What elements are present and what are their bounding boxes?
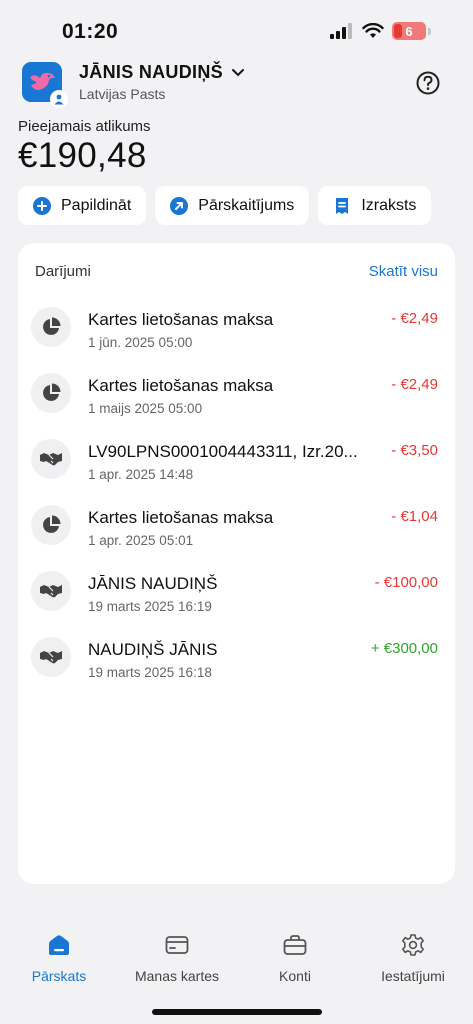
pie-chart-icon xyxy=(31,307,71,347)
transaction-row[interactable]: JĀNIS NAUDIŅŠ 19 marts 2025 16:19 - €100… xyxy=(31,571,438,631)
transaction-title: JĀNIS NAUDIŅŠ xyxy=(88,574,218,593)
help-button[interactable] xyxy=(415,70,441,96)
transaction-title: Kartes lietošanas maksa xyxy=(88,376,274,395)
top-up-label: Papildināt xyxy=(61,196,132,214)
pie-chart-icon xyxy=(31,505,71,545)
transaction-row[interactable]: Kartes lietošanas maksa 1 jūn. 2025 05:0… xyxy=(31,307,438,367)
battery-icon: 6 xyxy=(392,22,426,40)
transaction-date: 1 apr. 2025 05:01 xyxy=(88,533,194,548)
card-icon xyxy=(118,930,236,960)
question-circle-icon xyxy=(416,71,440,95)
transaction-row[interactable]: Kartes lietošanas maksa 1 apr. 2025 05:0… xyxy=(31,505,438,565)
transaction-row[interactable]: NAUDIŅŠ JĀNIS 19 marts 2025 16:18 + €300… xyxy=(31,637,438,697)
transaction-title: Kartes lietošanas maksa xyxy=(88,508,274,527)
status-bar: 01:20 6 xyxy=(0,0,473,62)
tab-accounts[interactable]: Konti xyxy=(236,930,354,984)
transaction-title: LV90LPNS0001004443311, Izr.20... xyxy=(88,442,358,461)
handshake-icon xyxy=(31,637,71,677)
transaction-row[interactable]: Kartes lietošanas maksa 1 maijs 2025 05:… xyxy=(31,373,438,433)
see-all-link[interactable]: Skatīt visu xyxy=(369,263,438,280)
balance-value: €190,48 xyxy=(18,136,147,175)
tab-label: Manas kartes xyxy=(134,968,220,984)
chevron-down-icon xyxy=(231,68,244,76)
transaction-amount: - €1,04 xyxy=(391,508,438,525)
bottom-tab-bar: Pārskats Manas kartes Konti Iestatījumi xyxy=(0,930,473,1000)
transaction-date: 1 apr. 2025 14:48 xyxy=(88,467,194,482)
balance-label: Pieejamais atlikums xyxy=(18,118,151,135)
transactions-card: Darījumi Skatīt visu Kartes lietošanas m… xyxy=(18,243,455,884)
transaction-row[interactable]: LV90LPNS0001004443311, Izr.20... 1 apr. … xyxy=(31,439,438,499)
latvijas-pasts-logo-icon xyxy=(22,62,68,108)
transaction-date: 1 maijs 2025 05:00 xyxy=(88,401,203,416)
status-time: 01:20 xyxy=(62,20,119,43)
transactions-header: Darījumi Skatīt visu xyxy=(35,263,438,280)
tab-label: Konti xyxy=(279,968,311,984)
transfer-label: Pārskaitījums xyxy=(198,196,295,214)
statement-button[interactable]: Izraksts xyxy=(318,186,432,225)
home-indicator xyxy=(152,1009,322,1015)
top-up-button[interactable]: Papildināt xyxy=(18,186,147,225)
tab-my-cards[interactable]: Manas kartes xyxy=(118,930,236,984)
transaction-title: NAUDIŅŠ JĀNIS xyxy=(88,640,218,659)
battery-level: 6 xyxy=(405,23,413,39)
wifi-icon xyxy=(362,23,384,38)
handshake-icon xyxy=(31,439,71,479)
tab-label: Iestatījumi xyxy=(381,968,445,984)
statement-icon xyxy=(333,197,351,215)
handshake-icon xyxy=(31,571,71,611)
arrow-up-right-circle-icon xyxy=(170,196,189,215)
account-name: JĀNIS NAUDIŅŠ xyxy=(79,62,223,82)
transaction-date: 1 jūn. 2025 05:00 xyxy=(88,335,193,350)
plus-circle-icon xyxy=(33,196,51,215)
home-icon xyxy=(0,930,118,960)
transaction-amount: + €300,00 xyxy=(370,640,438,657)
statement-label: Izraksts xyxy=(361,196,417,214)
account-bank: Latvijas Pasts xyxy=(79,86,166,102)
transaction-date: 19 marts 2025 16:19 xyxy=(88,599,212,614)
transaction-title: Kartes lietošanas maksa xyxy=(88,310,274,329)
account-switcher[interactable]: JĀNIS NAUDIŅŠ Latvijas Pasts xyxy=(22,62,245,108)
tab-settings[interactable]: Iestatījumi xyxy=(354,930,472,984)
transaction-amount: - €2,49 xyxy=(391,310,438,327)
pie-chart-icon xyxy=(31,373,71,413)
quick-actions: Papildināt Pārskaitījums Izraksts xyxy=(18,186,432,225)
transaction-amount: - €100,00 xyxy=(374,574,438,591)
briefcase-icon xyxy=(236,930,354,960)
status-icons: 6 xyxy=(330,22,431,40)
transaction-amount: - €3,50 xyxy=(391,442,438,459)
tab-overview[interactable]: Pārskats xyxy=(0,930,118,984)
tab-label: Pārskats xyxy=(31,968,87,984)
transaction-date: 19 marts 2025 16:18 xyxy=(88,665,212,680)
transfer-button[interactable]: Pārskaitījums xyxy=(155,186,310,225)
signal-icon xyxy=(330,23,352,39)
user-badge-icon xyxy=(50,90,68,108)
transaction-amount: - €2,49 xyxy=(391,376,438,393)
gear-icon xyxy=(354,930,472,960)
transactions-title: Darījumi xyxy=(35,263,91,280)
